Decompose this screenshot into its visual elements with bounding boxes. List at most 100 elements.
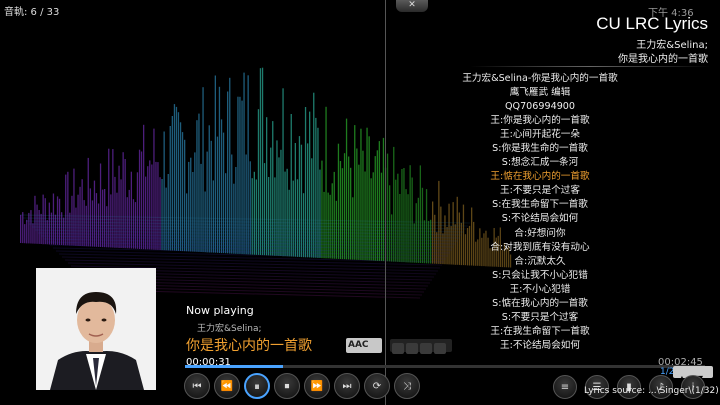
now-playing-label: Now playing — [186, 304, 254, 317]
visualizer-bar — [34, 195, 36, 244]
visualizer-bar — [161, 179, 163, 251]
visualizer-bar — [272, 121, 274, 256]
visualizer-bar — [54, 214, 57, 245]
visualizer-bar — [259, 68, 262, 255]
visualizer-bar — [20, 214, 22, 243]
visualizer-bar — [138, 149, 141, 249]
codec-badge: AAC — [346, 338, 382, 353]
visualizer-bar — [296, 179, 299, 257]
visualizer-bar — [327, 192, 329, 259]
fast-forward-button[interactable]: ⏩ — [304, 373, 330, 399]
visualizer-bar — [140, 151, 143, 250]
visualizer-bar — [229, 77, 231, 254]
visualizer-bar — [89, 188, 91, 247]
fast-forward-icon: ⏩ — [310, 381, 324, 392]
lyric-line: 王:不论结局会如何 — [500, 339, 580, 351]
stop-icon: ⏹ — [284, 381, 290, 392]
lyric-line: 王:你是我心内的一首歌 — [490, 115, 590, 127]
visualizer-bar — [46, 220, 48, 245]
visualizer-bar — [196, 120, 198, 252]
visualizer-bar — [245, 154, 247, 255]
skip-next-icon: ⏭ — [342, 381, 352, 392]
visualizer-bar — [243, 72, 245, 255]
visualizer-bar — [102, 189, 104, 248]
visualizer-bar — [376, 150, 378, 261]
visualizer-bar — [311, 158, 313, 258]
seek-bar-fill — [185, 365, 283, 368]
lyric-line: 鹰飞雁武 编辑 — [509, 87, 571, 99]
visualizer-bar — [184, 139, 186, 252]
visualizer-bar — [42, 194, 44, 245]
repeat-icon: ⟳ — [372, 381, 382, 392]
visualizer-bar — [380, 172, 383, 261]
previous-button[interactable]: ⏮ — [184, 373, 210, 399]
repeat-button[interactable]: ⟳ — [364, 373, 390, 399]
lyric-line: 王力宏&Selina-你是我心内的一首歌 — [462, 73, 618, 84]
seek-bar[interactable] — [185, 365, 705, 368]
visualizer-bar — [56, 196, 59, 245]
rewind-button[interactable]: ⏪ — [214, 373, 240, 399]
visualizer-bar — [192, 172, 194, 252]
lyric-line: QQ706994900 — [504, 101, 576, 113]
play-pause-button[interactable]: ⏸ — [244, 373, 270, 399]
visualizer-bar — [149, 160, 151, 250]
visualizer-bar — [128, 189, 130, 249]
visualizer-bar — [350, 167, 352, 260]
visualizer-bar — [110, 194, 112, 248]
shuffle-icon: ⤨ — [403, 381, 411, 392]
visualizer-bar — [206, 151, 208, 253]
lyric-line-current: 王:惦在我心内的一首歌 — [490, 171, 590, 183]
visualizer-bar — [300, 144, 303, 258]
header-divider — [470, 66, 710, 67]
visualizer-bar — [364, 171, 366, 261]
visualizer-bar — [231, 154, 233, 254]
visualizer-bar — [212, 180, 214, 253]
visualizer-bar — [194, 152, 196, 252]
visualizer-bar — [345, 118, 348, 260]
visualizer-bar — [28, 212, 30, 244]
visualizer-bar — [276, 140, 278, 256]
stop-button[interactable]: ⏹ — [274, 373, 300, 399]
visualizer-bar — [352, 197, 354, 260]
visualizer-bar — [321, 160, 323, 259]
visualizer-bar — [313, 92, 315, 258]
visualizer-bar — [278, 157, 280, 256]
shuffle-button[interactable]: ⤨ — [394, 373, 420, 399]
visualizer-bar — [366, 127, 368, 261]
visualizer-bar — [190, 157, 192, 252]
visualizer-bar — [87, 157, 89, 247]
visualizer-bar — [348, 156, 350, 260]
next-button[interactable]: ⏭ — [334, 373, 360, 399]
visualizer-bar — [239, 96, 241, 254]
playlist-button[interactable]: ≡ — [553, 375, 577, 399]
lyric-line: S:你是我生命的一首歌 — [492, 143, 588, 155]
visualizer-bar — [95, 193, 98, 247]
visualizer-bar — [225, 173, 227, 254]
lyric-line: 合:好想问你 — [514, 227, 566, 239]
visualizer-bar — [71, 195, 73, 246]
visualizer-bar — [108, 148, 110, 248]
visualizer-bar — [153, 128, 155, 250]
visualizer-bar — [282, 88, 284, 257]
visualizer-bar — [343, 153, 346, 260]
visualizer-bar — [50, 212, 53, 245]
now-playing-artist: 王力宏&Selina; — [197, 324, 262, 334]
visualizer-bar — [159, 177, 161, 250]
visualizer-bar — [118, 165, 120, 248]
visualizer-bar — [222, 132, 225, 254]
lyrics-header-song: 你是我心内的一首歌 — [618, 54, 708, 65]
lyrics-list[interactable]: 王力宏&Selina-你是我心内的一首歌 鹰飞雁武 编辑 QQ706994900… — [430, 72, 650, 353]
visualizer-bar — [69, 212, 71, 246]
visualizer-bar — [179, 122, 182, 251]
visualizer-bar — [216, 136, 219, 253]
close-button[interactable]: ✕ — [396, 0, 428, 12]
panel-divider — [385, 0, 386, 405]
visualizer-bar — [136, 172, 139, 249]
visualizer-bar — [112, 149, 114, 248]
visualizer-bar — [26, 219, 28, 244]
lyric-line: S:不要只是个过客 — [501, 311, 579, 323]
visualizer-bar — [32, 223, 34, 244]
visualizer-bar — [67, 171, 69, 246]
visualizer-bar — [77, 194, 79, 246]
visualizer-bar — [270, 147, 272, 256]
